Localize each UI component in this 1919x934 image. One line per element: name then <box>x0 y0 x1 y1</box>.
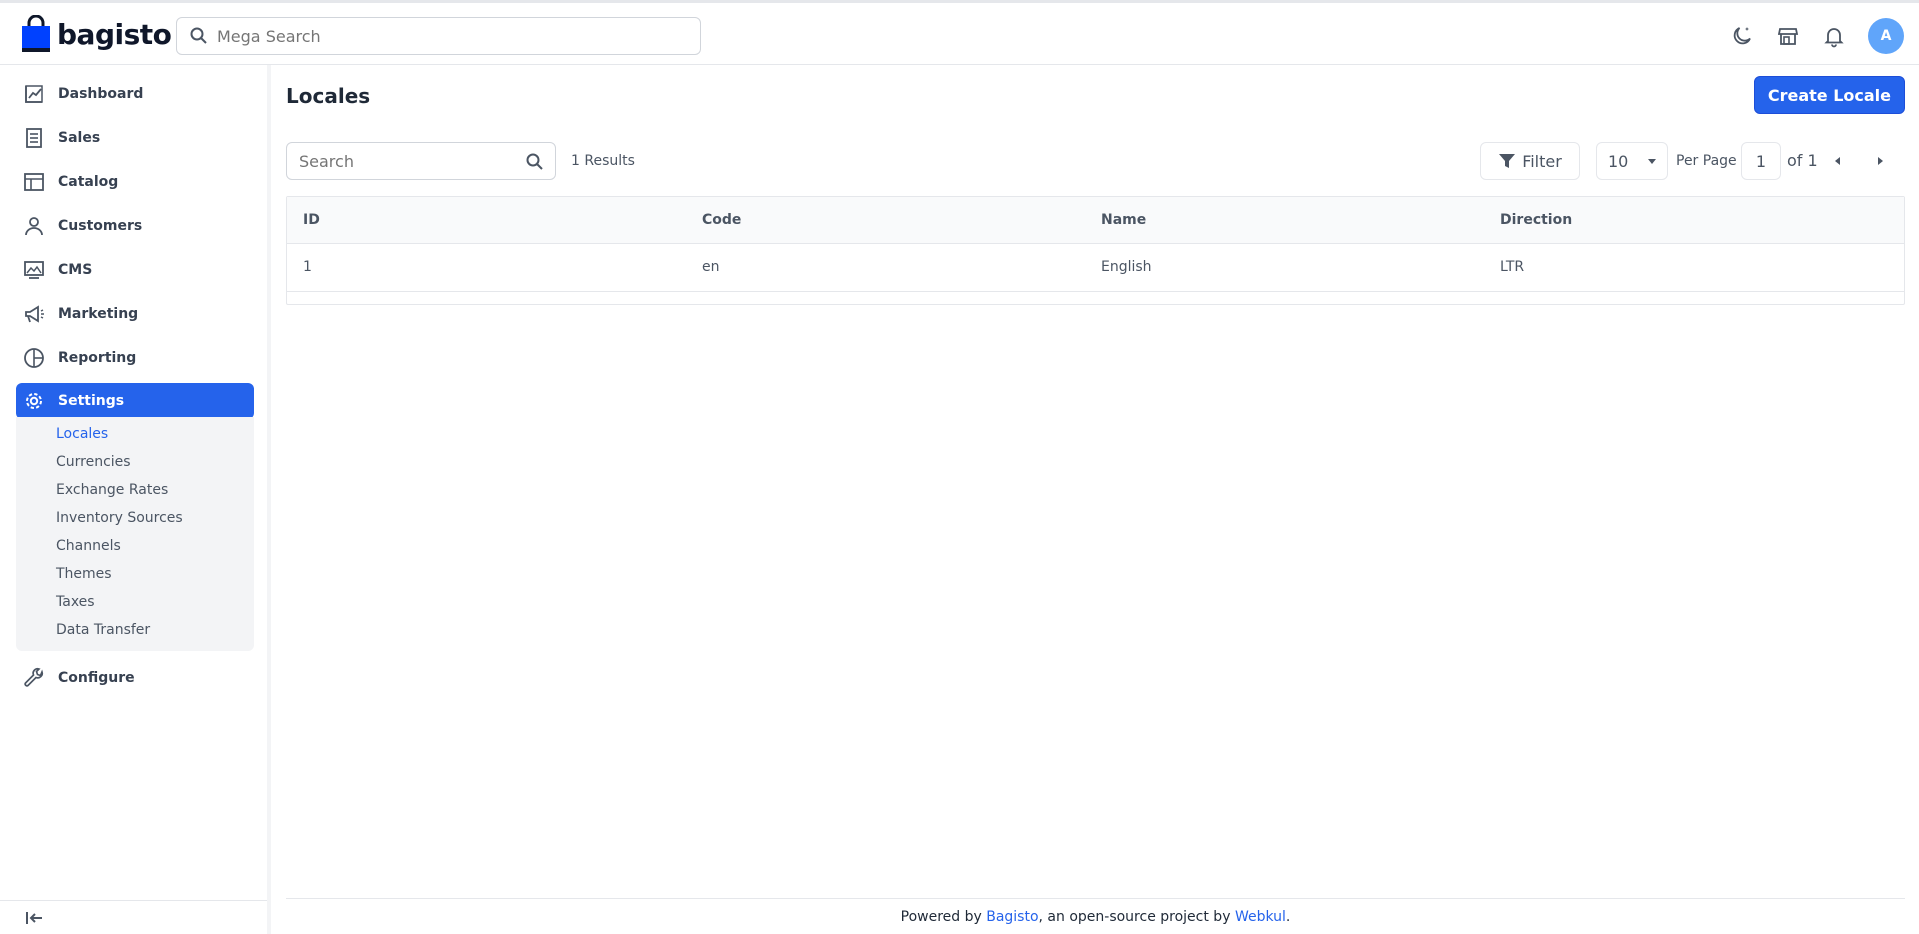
column-header-code[interactable]: Code <box>702 212 741 228</box>
per-page-value: 10 <box>1608 151 1629 171</box>
cell-direction: LTR <box>1500 259 1525 275</box>
sidebar-item-label: Reporting <box>58 350 137 366</box>
shopping-bag-logo-icon <box>22 15 50 52</box>
datagrid-search-input[interactable] <box>299 151 509 171</box>
sidebar-item-label: Settings <box>58 393 125 409</box>
submenu-item-exchange-rates[interactable]: Exchange Rates <box>56 482 168 498</box>
search-icon[interactable] <box>525 152 545 172</box>
logo[interactable]: bagisto <box>21 15 172 53</box>
sidebar-item-label: CMS <box>58 262 93 278</box>
notification-bell-icon[interactable] <box>1822 24 1846 48</box>
mega-search-box[interactable] <box>176 17 701 55</box>
column-header-direction[interactable]: Direction <box>1500 212 1572 228</box>
table-row[interactable]: 1 en English LTR <box>287 244 1904 292</box>
caret-down-icon <box>1646 155 1658 167</box>
submenu-item-channels[interactable]: Channels <box>56 538 121 554</box>
footer-divider <box>286 898 1905 899</box>
dashboard-icon <box>22 82 46 106</box>
previous-page-icon[interactable] <box>1832 155 1844 167</box>
sidebar-item-label: Marketing <box>58 306 139 322</box>
sidebar-item-catalog[interactable]: Catalog <box>16 164 254 200</box>
dark-mode-toggle-icon[interactable] <box>1730 24 1754 48</box>
footer-prefix: Powered by <box>900 909 987 925</box>
customers-icon <box>22 214 46 238</box>
footer-suffix: . <box>1285 909 1291 925</box>
cell-name: English <box>1101 259 1152 275</box>
page-total: of 1 <box>1787 151 1818 170</box>
collapse-sidebar-icon[interactable] <box>24 908 44 928</box>
submenu-item-currencies[interactable]: Currencies <box>56 454 131 470</box>
logo-text: bagisto <box>57 17 172 51</box>
top-actions: A <box>1708 17 1919 55</box>
main-content: Locales Create Locale 1 Results Filter 1… <box>286 65 1905 934</box>
sidebar-divider <box>0 900 267 901</box>
sidebar-item-marketing[interactable]: Marketing <box>16 296 254 332</box>
mega-search-input[interactable] <box>217 26 687 46</box>
table-header: ID Code Name Direction <box>287 197 1904 244</box>
current-page-input[interactable]: 1 <box>1741 142 1781 180</box>
page-title: Locales <box>286 84 371 108</box>
sidebar: Dashboard Sales Catalog Customers CMS Ma… <box>0 65 271 934</box>
locales-table: ID Code Name Direction 1 en English LTR <box>286 196 1905 305</box>
search-icon <box>189 26 209 46</box>
sidebar-item-sales[interactable]: Sales <box>16 120 254 156</box>
user-avatar[interactable]: A <box>1868 18 1904 54</box>
settings-gear-icon <box>22 389 46 413</box>
sidebar-item-label: Dashboard <box>58 86 144 102</box>
column-header-id[interactable]: ID <box>303 212 320 228</box>
cell-id: 1 <box>303 259 312 275</box>
reporting-icon <box>22 346 46 370</box>
catalog-icon <box>22 170 46 194</box>
storefront-icon[interactable] <box>1776 24 1800 48</box>
sidebar-item-dashboard[interactable]: Dashboard <box>16 76 254 112</box>
footer: Powered by Bagisto, an open-source proje… <box>286 909 1905 925</box>
filter-label: Filter <box>1522 151 1562 171</box>
sidebar-item-label: Configure <box>58 670 135 686</box>
top-bar: bagisto A <box>0 0 1919 65</box>
submenu-item-themes[interactable]: Themes <box>56 566 112 582</box>
submenu-item-inventory-sources[interactable]: Inventory Sources <box>56 510 183 526</box>
sidebar-item-label: Sales <box>58 130 101 146</box>
next-page-icon[interactable] <box>1874 155 1886 167</box>
datagrid-search-box[interactable] <box>286 142 556 180</box>
sidebar-item-configure[interactable]: Configure <box>16 660 254 696</box>
column-header-name[interactable]: Name <box>1101 212 1146 228</box>
wrench-icon <box>22 666 46 690</box>
cell-code: en <box>702 259 720 275</box>
sidebar-item-customers[interactable]: Customers <box>16 208 254 244</box>
sidebar-item-label: Catalog <box>58 174 119 190</box>
submenu-item-locales[interactable]: Locales <box>56 426 108 442</box>
filter-button[interactable]: Filter <box>1480 142 1580 180</box>
footer-middle: , an open-source project by <box>1038 909 1235 925</box>
cms-icon <box>22 258 46 282</box>
submenu-item-data-transfer[interactable]: Data Transfer <box>56 622 150 638</box>
filter-funnel-icon <box>1499 154 1516 168</box>
sidebar-item-label: Customers <box>58 218 143 234</box>
sidebar-item-reporting[interactable]: Reporting <box>16 340 254 376</box>
results-count: 1 Results <box>571 153 635 169</box>
settings-submenu: Locales Currencies Exchange Rates Invent… <box>16 417 254 651</box>
sales-icon <box>22 126 46 150</box>
sidebar-item-cms[interactable]: CMS <box>16 252 254 288</box>
marketing-icon <box>22 302 46 326</box>
submenu-item-taxes[interactable]: Taxes <box>56 594 95 610</box>
create-locale-button[interactable]: Create Locale <box>1753 76 1905 114</box>
sidebar-item-settings[interactable]: Settings <box>16 383 254 419</box>
webkul-link[interactable]: Webkul <box>1235 909 1286 925</box>
per-page-select[interactable]: 10 <box>1596 142 1668 180</box>
per-page-label: Per Page <box>1676 153 1737 169</box>
bagisto-link[interactable]: Bagisto <box>986 909 1038 925</box>
